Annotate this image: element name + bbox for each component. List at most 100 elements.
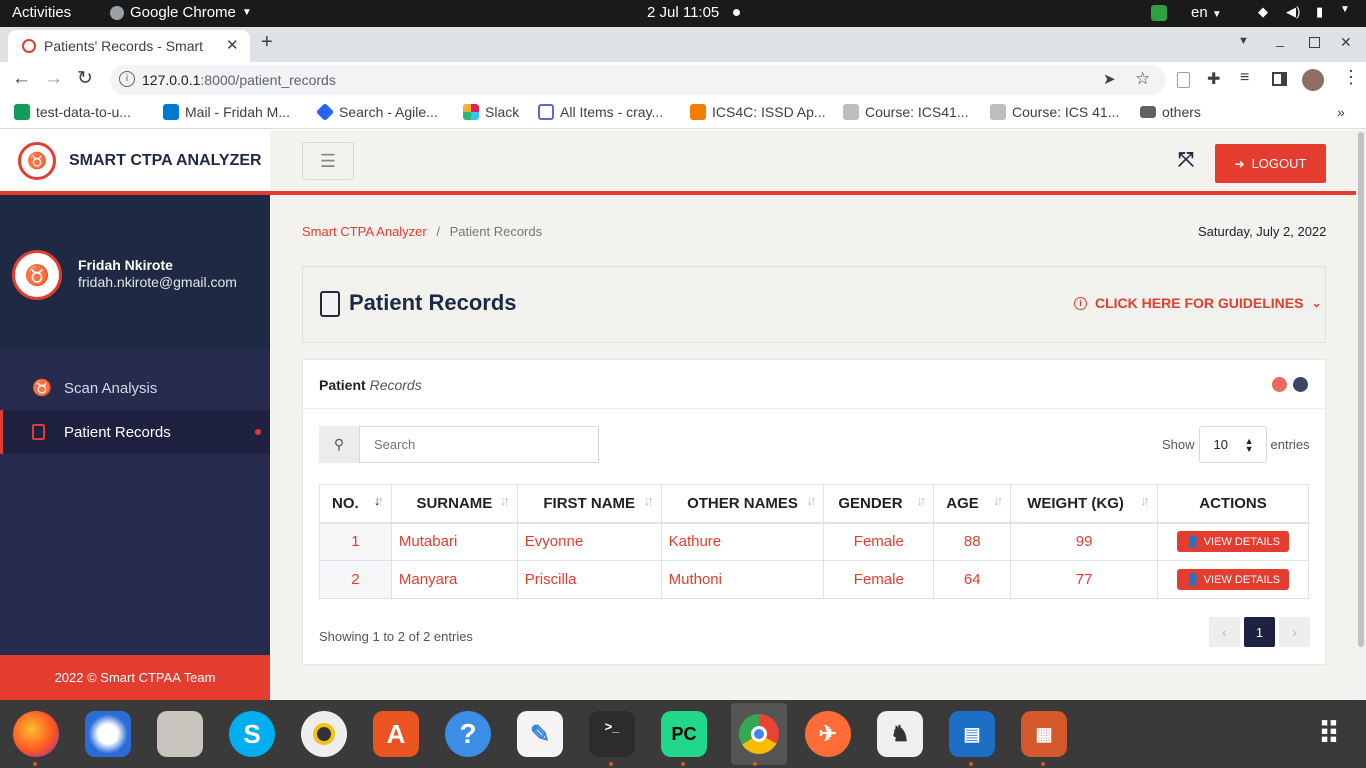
view-details-button[interactable]: 👤 VIEW DETAILS: [1177, 531, 1289, 553]
app-menu[interactable]: Google Chrome ▼: [110, 4, 252, 21]
chrome-dock-icon[interactable]: [731, 703, 787, 765]
show-apps-icon[interactable]: ⠿: [1307, 711, 1353, 757]
software-icon[interactable]: A: [373, 711, 419, 757]
view-details-button[interactable]: 👤 VIEW DETAILS: [1177, 569, 1289, 590]
chevron-down-icon: ▼: [1211, 9, 1222, 20]
bookmark-star-icon[interactable]: ☆: [1135, 69, 1150, 89]
close-window-icon[interactable]: ✕: [1340, 34, 1352, 51]
bookmark-item[interactable]: Search - Agile...: [315, 102, 438, 122]
tab-search-icon[interactable]: ▼: [1238, 35, 1249, 47]
cell-other-names: Muthoni: [660, 560, 825, 599]
page-button[interactable]: 1: [1244, 617, 1275, 647]
entries-label: entries: [1270, 437, 1310, 452]
thunderbird-icon[interactable]: [85, 711, 131, 757]
wifi-icon[interactable]: ◆: [1258, 4, 1268, 20]
activities-button[interactable]: Activities: [12, 4, 71, 21]
sort-asc-icon: ↓↑: [373, 493, 384, 508]
bookmark-item[interactable]: Course: ICS 41...: [990, 104, 1119, 120]
maximize-icon[interactable]: [1309, 37, 1320, 48]
column-header-weight[interactable]: WEIGHT (KG) ↓↑: [1010, 484, 1159, 523]
extensions-icon[interactable]: ✚: [1207, 69, 1220, 89]
reader-icon[interactable]: [1177, 72, 1190, 88]
shield-check-icon[interactable]: [1151, 5, 1167, 21]
media-icon[interactable]: ≡: [1240, 69, 1249, 87]
column-header-age[interactable]: AGE ↓↑: [933, 484, 1012, 523]
browser-tab[interactable]: Patients' Records - Smart ✕: [8, 30, 250, 62]
column-header-other-names[interactable]: OTHER NAMES ↓↑: [660, 484, 825, 523]
column-header-surname[interactable]: SURNAME ↓↑: [390, 484, 518, 523]
previous-page-button[interactable]: ‹: [1209, 617, 1240, 647]
entries-value: 10: [1213, 437, 1228, 452]
cell-weight: 77: [1010, 560, 1159, 599]
next-page-button[interactable]: ›: [1279, 617, 1310, 647]
address-bar[interactable]: i 127.0.0.1:8000/patient_records ➤ ☆: [110, 65, 1166, 95]
send-icon[interactable]: ➤: [1103, 70, 1116, 88]
sidebar-toggle-button[interactable]: ☰: [302, 142, 354, 180]
column-label: WEIGHT (KG): [1027, 494, 1124, 512]
new-tab-icon[interactable]: +: [261, 31, 273, 54]
back-icon[interactable]: ←: [12, 68, 31, 90]
view-details-label: VIEW DETAILS: [1203, 535, 1280, 548]
bookmark-folder[interactable]: others: [1140, 104, 1201, 120]
input-language[interactable]: en ▼: [1191, 4, 1222, 21]
column-header-no[interactable]: NO. ↓↑: [319, 484, 392, 523]
reload-icon[interactable]: ↻: [77, 67, 93, 90]
sort-icon: ↓↑: [916, 493, 926, 508]
scrollbar-thumb[interactable]: [1358, 132, 1364, 647]
bookmark-item[interactable]: Slack: [463, 104, 519, 120]
skype-icon[interactable]: S: [229, 711, 275, 757]
bookmark-item[interactable]: test-data-to-u...: [14, 104, 131, 120]
active-dot-icon: [255, 429, 261, 435]
column-header-first-name[interactable]: FIRST NAME ↓↑: [516, 484, 662, 523]
bookmark-item[interactable]: Course: ICS41...: [843, 104, 969, 120]
rhythmbox-icon[interactable]: [301, 711, 347, 757]
cell-age: 64: [933, 560, 1012, 599]
writer-icon[interactable]: ▤: [949, 711, 995, 757]
column-label: NO.: [332, 494, 359, 512]
side-panel-icon[interactable]: [1272, 72, 1287, 86]
chrome-menu-icon[interactable]: ⋮: [1342, 67, 1360, 88]
profile-avatar[interactable]: [1302, 69, 1324, 91]
bookmark-item[interactable]: Mail - Fridah M...: [163, 104, 290, 120]
more-bookmarks-icon[interactable]: »: [1337, 104, 1345, 120]
files-icon[interactable]: [157, 711, 203, 757]
collapse-dot-button[interactable]: [1272, 377, 1287, 392]
card-title: Patient Records: [319, 377, 422, 393]
column-header-gender[interactable]: GENDER ↓↑: [823, 484, 935, 523]
entries-select[interactable]: 10 ▲ ▼: [1198, 426, 1267, 463]
system-menu-chevron-icon[interactable]: ▼: [1340, 4, 1350, 15]
page-scrollbar[interactable]: [1356, 130, 1366, 700]
brand[interactable]: ♉ SMART CTPA ANALYZER: [0, 130, 270, 191]
course-icon: [843, 104, 859, 120]
site-info-icon[interactable]: i: [119, 71, 135, 87]
bookmark-label: others: [1162, 104, 1201, 120]
sidebar-item-scan-analysis[interactable]: ♉ Scan Analysis: [0, 366, 270, 410]
battery-icon[interactable]: ▮: [1316, 4, 1323, 20]
pycharm-icon[interactable]: PC: [661, 711, 707, 757]
column-label: GENDER: [838, 494, 903, 512]
fullscreen-icon[interactable]: ⤧: [1178, 149, 1194, 172]
sidebar-item-patient-records[interactable]: Patient Records: [0, 410, 270, 454]
guidelines-toggle[interactable]: i CLICK HERE FOR GUIDELINES ⌄: [1074, 295, 1322, 311]
terminal-icon[interactable]: >_: [589, 711, 635, 757]
firefox-icon[interactable]: [13, 711, 59, 757]
column-header-actions: ACTIONS: [1157, 484, 1309, 523]
bookmark-item[interactable]: All Items - cray...: [538, 104, 663, 120]
clock[interactable]: 2 Jul 11:05: [647, 4, 719, 21]
help-icon[interactable]: ?: [445, 711, 491, 757]
bookmark-item[interactable]: ICS4C: ISSD Ap...: [690, 104, 826, 120]
volume-icon[interactable]: ◀): [1286, 4, 1300, 20]
logout-button[interactable]: ➜ LOGOUT: [1215, 144, 1326, 183]
minimize-icon[interactable]: _: [1276, 31, 1284, 47]
forward-icon[interactable]: →: [44, 68, 63, 90]
breadcrumb: Smart CTPA Analyzer / Patient Records: [302, 224, 542, 239]
close-tab-icon[interactable]: ✕: [226, 36, 239, 54]
close-dot-button[interactable]: [1293, 377, 1308, 392]
search-input[interactable]: [359, 426, 599, 463]
url-host: 127.0.0.1: [142, 72, 201, 88]
app-icon[interactable]: ♞: [877, 711, 923, 757]
text-editor-icon[interactable]: ✎: [517, 711, 563, 757]
breadcrumb-root[interactable]: Smart CTPA Analyzer: [302, 224, 427, 239]
impress-icon[interactable]: ▦: [1021, 711, 1067, 757]
postman-icon[interactable]: ✈: [805, 711, 851, 757]
